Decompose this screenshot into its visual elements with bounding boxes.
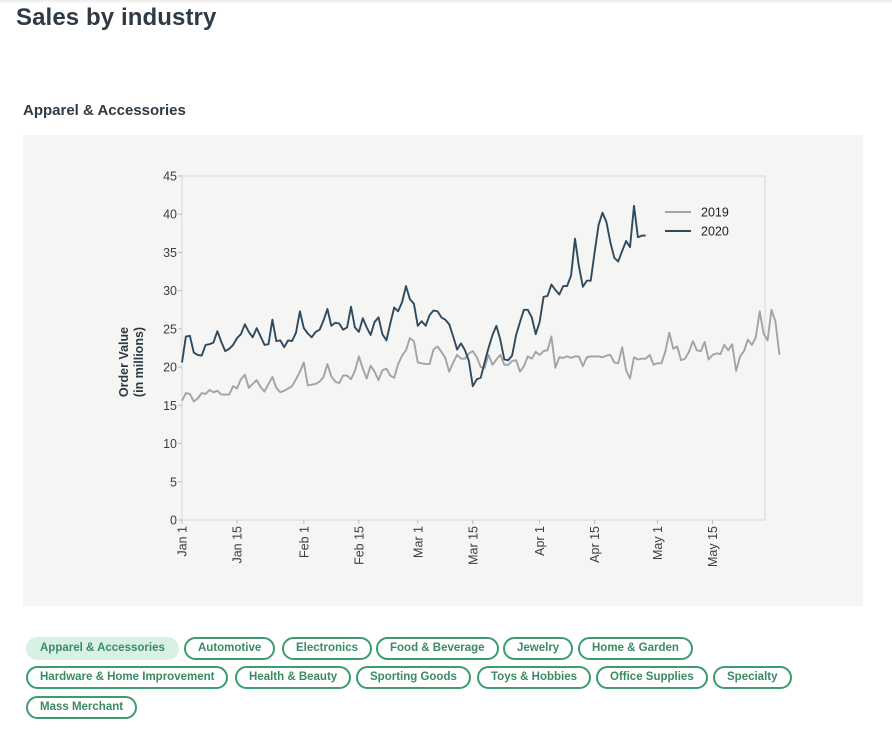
x-tick-label: Jan 1 [176, 526, 190, 557]
x-tick-label: Feb 1 [297, 526, 311, 558]
filter-pill-mass-merchant[interactable]: Mass Merchant [26, 696, 138, 719]
filter-pill-office-supplies[interactable]: Office Supplies [596, 666, 708, 689]
filter-pill-apparel-and-accessories[interactable]: Apparel & Accessories [26, 637, 179, 660]
x-tick-label: Apr 1 [533, 526, 547, 556]
y-tick-label: 5 [170, 475, 177, 489]
filter-pill-health-and-beauty[interactable]: Health & Beauty [235, 666, 352, 689]
section-title: Apparel & Accessories [23, 102, 186, 119]
y-tick-label: 25 [163, 322, 177, 336]
x-tick-label: Mar 1 [411, 526, 425, 558]
filter-pill-specialty[interactable]: Specialty [713, 666, 792, 689]
y-axis-label-line2: (in millions) [132, 327, 146, 397]
filter-pill-home-and-garden[interactable]: Home & Garden [578, 637, 693, 660]
legend-label-2020: 2020 [701, 225, 729, 239]
chart-panel: 0 5 10 15 20 25 30 35 40 45 Jan 1 Jan 15 Feb 1 Feb 1… [23, 135, 863, 606]
legend: 2019 2020 [665, 206, 729, 239]
x-tick-label: Feb 15 [352, 526, 366, 565]
filter-pill-automotive[interactable]: Automotive [184, 637, 276, 660]
y-tick-label: 30 [163, 284, 177, 298]
x-tick-label: May 15 [706, 526, 720, 567]
x-tick-label: Jan 15 [231, 526, 245, 564]
series-line-2020 [181, 204, 646, 388]
y-tick-label: 45 [163, 170, 177, 184]
y-tick-label: 35 [163, 246, 177, 260]
page-title: Sales by industry [16, 4, 217, 31]
filter-pill-electronics[interactable]: Electronics [282, 637, 372, 660]
y-tick-label: 15 [163, 399, 177, 413]
x-tick-label: Apr 15 [588, 526, 602, 563]
y-axis: 0 5 10 15 20 25 30 35 40 45 [163, 170, 182, 528]
y-tick-label: 0 [170, 514, 177, 528]
x-tick-label: Mar 15 [466, 526, 480, 565]
series-layer [181, 204, 781, 403]
x-axis: Jan 1 Jan 15 Feb 1 Feb 15 Mar 1 Mar 15 Apr 1 Ap… [176, 520, 720, 567]
filter-pill-jewelry[interactable]: Jewelry [503, 637, 574, 660]
filter-pill-hardware-and-home-improvement[interactable]: Hardware & Home Improvement [26, 666, 229, 689]
y-tick-label: 20 [163, 361, 177, 375]
filter-pill-toys-and-hobbies[interactable]: Toys & Hobbies [477, 666, 592, 689]
line-chart: 0 5 10 15 20 25 30 35 40 45 Jan 1 Jan 15 Feb 1 Feb 1… [117, 170, 781, 567]
y-axis-label-line1: Order Value [117, 327, 131, 397]
y-tick-label: 10 [163, 437, 177, 451]
legend-label-2019: 2019 [701, 206, 729, 220]
filter-pill-sporting-goods[interactable]: Sporting Goods [356, 666, 471, 689]
y-tick-label: 40 [163, 208, 177, 222]
filter-pill-food-and-beverage[interactable]: Food & Beverage [376, 637, 499, 660]
x-tick-label: May 1 [651, 526, 665, 560]
